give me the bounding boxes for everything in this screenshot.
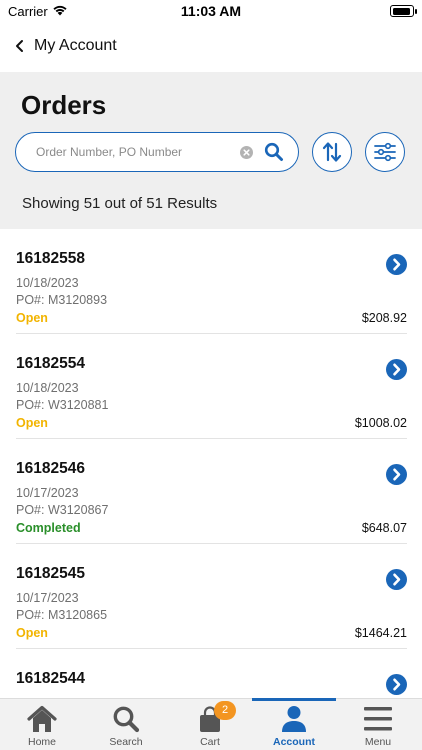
chevron-right-icon[interactable] [386,674,407,695]
order-date: 10/17/2023 [16,591,79,605]
tab-label: Menu [364,736,392,748]
status-time: 11:03 AM [180,3,242,19]
order-number: 16182558 [16,250,85,267]
order-total: $1464.21 [354,626,407,640]
order-po-number: PO#: W3120881 [16,398,109,412]
order-row[interactable]: 16182546 10/17/2023 PO#: W3120867 Comple… [16,439,407,544]
tab-label: Search [109,736,143,748]
clear-icon[interactable] [240,146,253,159]
page-title: Orders [21,90,107,120]
order-date: 10/18/2023 [16,381,79,395]
home-icon [27,705,57,732]
cart-count-badge: 2 [214,701,236,720]
order-number: 16182544 [16,670,85,687]
tab-bar: Home Search 2 Cart Account Menu [0,698,422,750]
order-status: Open [16,626,48,640]
filter-button[interactable] [365,132,405,172]
account-icon [282,706,306,732]
order-po-number: PO#: M3120893 [16,293,108,307]
chevron-right-icon[interactable] [386,569,407,590]
tab-search[interactable]: Search [84,699,168,750]
tab-home[interactable]: Home [0,699,84,750]
order-date: 10/17/2023 [16,486,79,500]
order-number: 16182545 [16,565,85,582]
tab-cart[interactable]: 2 Cart [168,699,252,750]
search-box[interactable] [15,132,299,172]
order-total: $208.92 [361,311,407,325]
menu-icon [364,707,392,731]
filter-icon [374,142,396,162]
back-label: My Account [34,37,117,54]
tab-account[interactable]: Account [252,698,336,750]
order-po-number: PO#: W3120867 [16,503,109,517]
back-button[interactable]: My Account [14,34,117,58]
order-row[interactable]: 16182558 10/18/2023 PO#: M3120893 Open $… [16,229,407,334]
search-icon[interactable] [264,142,284,162]
order-row[interactable]: 16182554 10/18/2023 PO#: W3120881 Open $… [16,334,407,439]
status-bar: Carrier 11:03 AM [0,0,422,24]
chevron-right-icon[interactable] [386,359,407,380]
order-row[interactable]: 16182544 [16,649,407,698]
orders-header: Orders Showing 51 out of 51 Results [0,72,422,229]
results-count: Showing 51 out of 51 Results [22,195,218,212]
battery-icon [390,5,417,17]
order-po-number: PO#: M3120865 [16,608,108,622]
order-date: 10/18/2023 [16,276,79,290]
search-input[interactable] [36,145,226,159]
order-total: $1008.02 [354,416,407,430]
chevron-left-icon [16,40,23,52]
chevron-right-icon[interactable] [386,254,407,275]
order-row[interactable]: 16182545 10/17/2023 PO#: M3120865 Open $… [16,544,407,649]
order-number: 16182554 [16,355,85,372]
tab-label: Cart [200,736,220,748]
tab-menu[interactable]: Menu [336,699,420,750]
sort-icon [322,142,342,162]
order-total: $648.07 [361,521,407,535]
chevron-right-icon[interactable] [386,464,407,485]
tab-label: Account [273,736,315,748]
order-list[interactable]: 16182558 10/18/2023 PO#: M3120893 Open $… [0,229,422,698]
search-icon [113,706,140,733]
tab-label: Home [27,736,56,748]
order-status: Completed [16,521,81,535]
order-status: Open [16,311,48,325]
sort-button[interactable] [312,132,352,172]
order-number: 16182546 [16,460,85,477]
order-status: Open [16,416,48,430]
